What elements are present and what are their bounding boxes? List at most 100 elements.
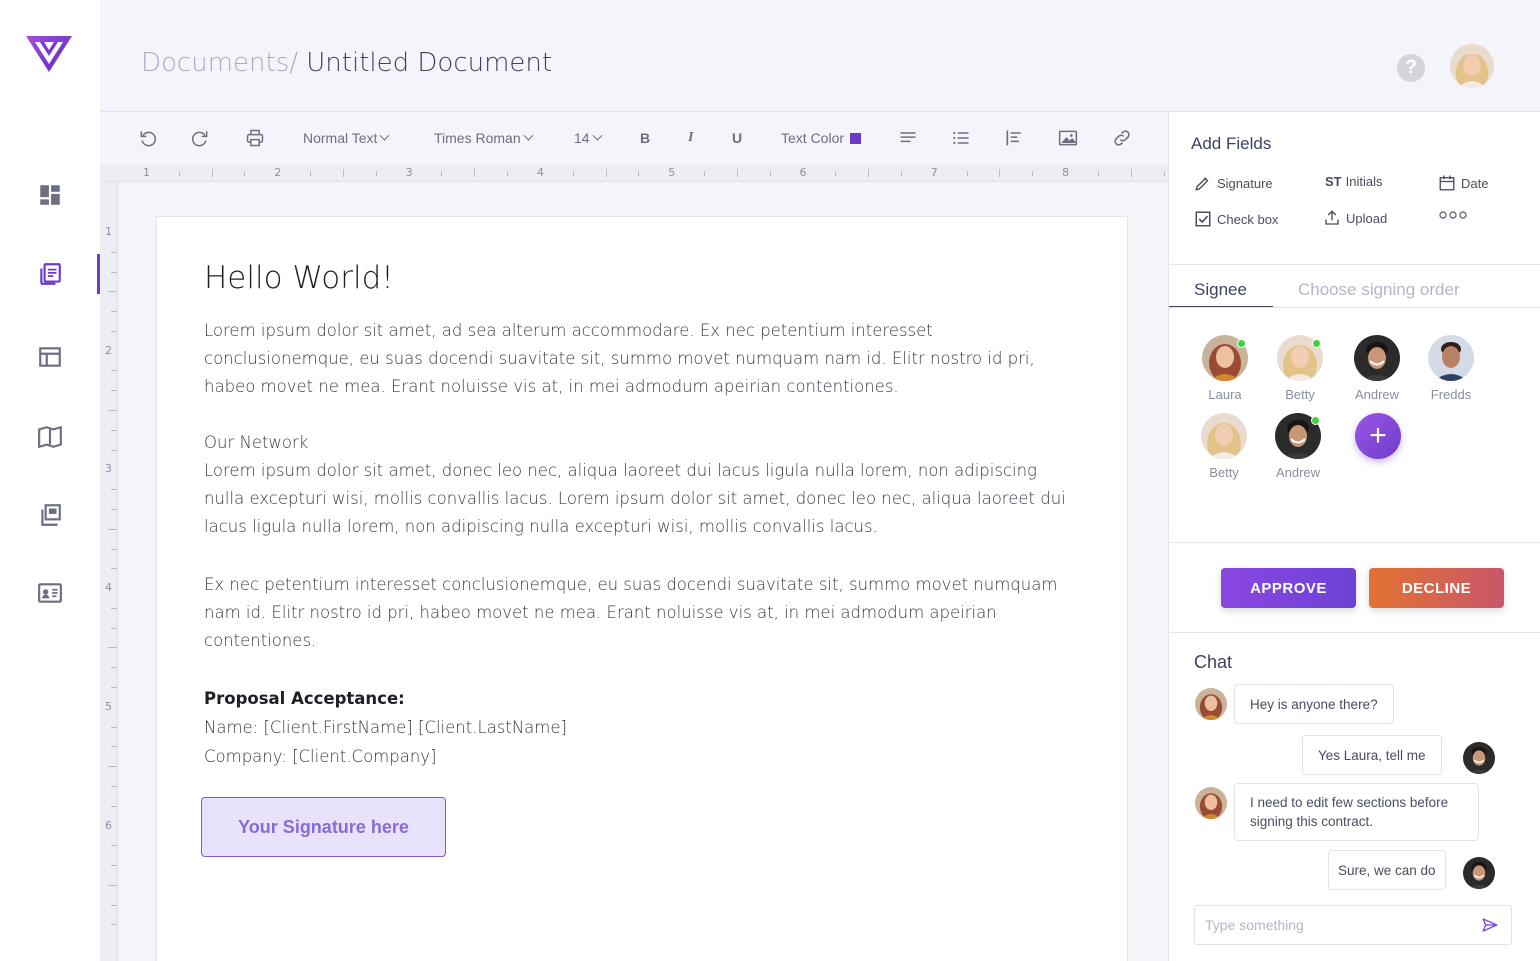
nav-templates[interactable] <box>0 337 100 377</box>
redo-button[interactable] <box>190 112 210 164</box>
text-style-select[interactable]: Normal Text <box>303 112 390 164</box>
ruler-tick <box>111 330 117 332</box>
signature-placeholder[interactable]: Your Signature here <box>201 797 446 857</box>
ruler-tick <box>111 429 117 431</box>
contacts-icon <box>38 583 62 603</box>
proposal-heading[interactable]: Proposal Acceptance: <box>204 685 1074 713</box>
decline-button[interactable]: DECLINE <box>1369 568 1504 608</box>
nav-library[interactable] <box>0 417 100 457</box>
insert-link-button[interactable] <box>1112 112 1132 164</box>
ruler-tick <box>441 171 443 176</box>
nav-contacts[interactable] <box>0 573 100 613</box>
ruler-tick <box>111 508 117 510</box>
chat-avatar-andrew <box>1463 857 1495 889</box>
tab-signing-order[interactable]: Choose signing order <box>1298 280 1460 300</box>
divider <box>1169 632 1540 633</box>
text-color-picker[interactable]: Text Color <box>781 112 862 164</box>
chat-message: Hey is anyone there? <box>1234 684 1394 724</box>
horizontal-ruler: 1 2 3 4 5 6 7 8 <box>100 164 1168 182</box>
ruler-tick <box>900 171 902 176</box>
ruler-number: 3 <box>405 166 413 179</box>
signee-name: Andrew <box>1354 387 1400 402</box>
date-field-button[interactable]: Date <box>1438 174 1488 192</box>
send-icon[interactable] <box>1481 916 1499 934</box>
ruler-tick <box>507 171 509 176</box>
chat-message: I need to edit few sections before signi… <box>1234 783 1479 841</box>
more-fields-button[interactable] <box>1439 210 1472 220</box>
client-name-line[interactable]: Name: [Client.FirstName] [Client.LastNam… <box>204 714 1074 742</box>
document-page[interactable]: Hello World! Lorem ipsum dolor sit amet,… <box>156 216 1128 961</box>
signee-betty[interactable]: Betty <box>1270 335 1330 402</box>
user-avatar[interactable] <box>1450 44 1494 88</box>
ruler-tick <box>605 169 607 177</box>
italic-button[interactable]: I <box>688 112 693 164</box>
divider <box>1169 264 1540 265</box>
ruler-tick <box>704 171 706 176</box>
ruler-tick <box>1032 171 1034 176</box>
nav-documents[interactable] <box>0 254 100 294</box>
ruler-number: 6 <box>105 818 112 832</box>
signee-andrew[interactable]: Andrew <box>1268 413 1328 480</box>
signee-name: Betty <box>1209 465 1239 480</box>
signee-andrew[interactable]: Andrew <box>1347 335 1407 402</box>
align-button[interactable] <box>898 112 918 164</box>
signee-fredds[interactable]: Fredds <box>1421 335 1481 402</box>
insert-image-button[interactable] <box>1058 112 1078 164</box>
ruler-tick <box>111 924 117 926</box>
ruler-tick <box>111 865 117 867</box>
checkbox-field-label: Check box <box>1217 211 1279 227</box>
dashboard-icon <box>40 185 60 205</box>
help-icon[interactable]: ? <box>1397 54 1425 82</box>
font-size-select[interactable]: 14 <box>574 112 603 164</box>
nav-dashboard[interactable] <box>0 175 100 215</box>
ruler-tick <box>111 390 117 392</box>
signee-name: Laura <box>1208 387 1242 402</box>
more-icon <box>1439 211 1467 219</box>
upload-field-label: Upload <box>1346 210 1388 226</box>
approve-button[interactable]: APPROVE <box>1221 568 1356 608</box>
paragraph-2[interactable]: Lorem ipsum dolor sit amet, donec leo ne… <box>204 457 1074 541</box>
upload-icon <box>1325 210 1339 225</box>
add-signee-button[interactable]: + <box>1355 413 1401 459</box>
ruler-tick <box>769 171 771 176</box>
client-company-line[interactable]: Company: [Client.Company] <box>204 743 1074 771</box>
signature-field-button[interactable]: Signature <box>1194 174 1273 192</box>
ruler-tick <box>111 746 117 748</box>
ruler-tick <box>474 169 476 177</box>
app-logo[interactable] <box>26 34 72 74</box>
font-family-select[interactable]: Times Roman <box>434 112 534 164</box>
ruler-tick <box>111 370 117 372</box>
ruler-tick <box>111 271 117 273</box>
signee-laura[interactable]: Laura <box>1195 335 1255 402</box>
ruler-tick <box>835 171 837 176</box>
undo-icon <box>140 131 157 147</box>
upload-field-button[interactable]: Upload <box>1323 209 1387 227</box>
indent-button[interactable] <box>1004 112 1024 164</box>
paragraph-3[interactable]: Ex nec petentium interesset conclusionem… <box>204 571 1074 655</box>
nav-copies[interactable] <box>0 495 100 535</box>
signee-betty[interactable]: Betty <box>1194 413 1254 480</box>
section-heading[interactable]: Our Network <box>204 429 1074 457</box>
paragraph-1[interactable]: Lorem ipsum dolor sit amet, ad sea alter… <box>204 317 1074 401</box>
print-button[interactable] <box>245 112 265 164</box>
breadcrumb-root[interactable]: Documents/ <box>141 48 298 78</box>
document-title[interactable]: Hello World! <box>204 260 394 296</box>
ruler-number: 4 <box>105 581 112 595</box>
bold-button[interactable]: B <box>640 112 650 164</box>
ruler-tick <box>375 171 377 176</box>
checkbox-field-button[interactable]: Check box <box>1194 210 1278 228</box>
chat-message: Yes Laura, tell me <box>1302 735 1442 775</box>
bullet-list-button[interactable] <box>951 112 971 164</box>
ruler-tick <box>111 607 117 609</box>
undo-button[interactable] <box>138 112 158 164</box>
chat-input[interactable] <box>1205 917 1475 933</box>
ruler-number: 8 <box>1062 166 1070 179</box>
underline-button[interactable]: U <box>732 112 742 164</box>
initials-field-button[interactable]: ST Initials <box>1325 174 1382 189</box>
vertical-ruler: 1 2 3 4 5 6 <box>100 182 118 961</box>
checkbox-icon <box>1195 211 1211 227</box>
tab-signee[interactable]: Signee <box>1194 280 1247 300</box>
ruler-tick <box>111 251 117 253</box>
ruler-number: 7 <box>930 166 938 179</box>
breadcrumb-current: Untitled Document <box>298 48 553 78</box>
